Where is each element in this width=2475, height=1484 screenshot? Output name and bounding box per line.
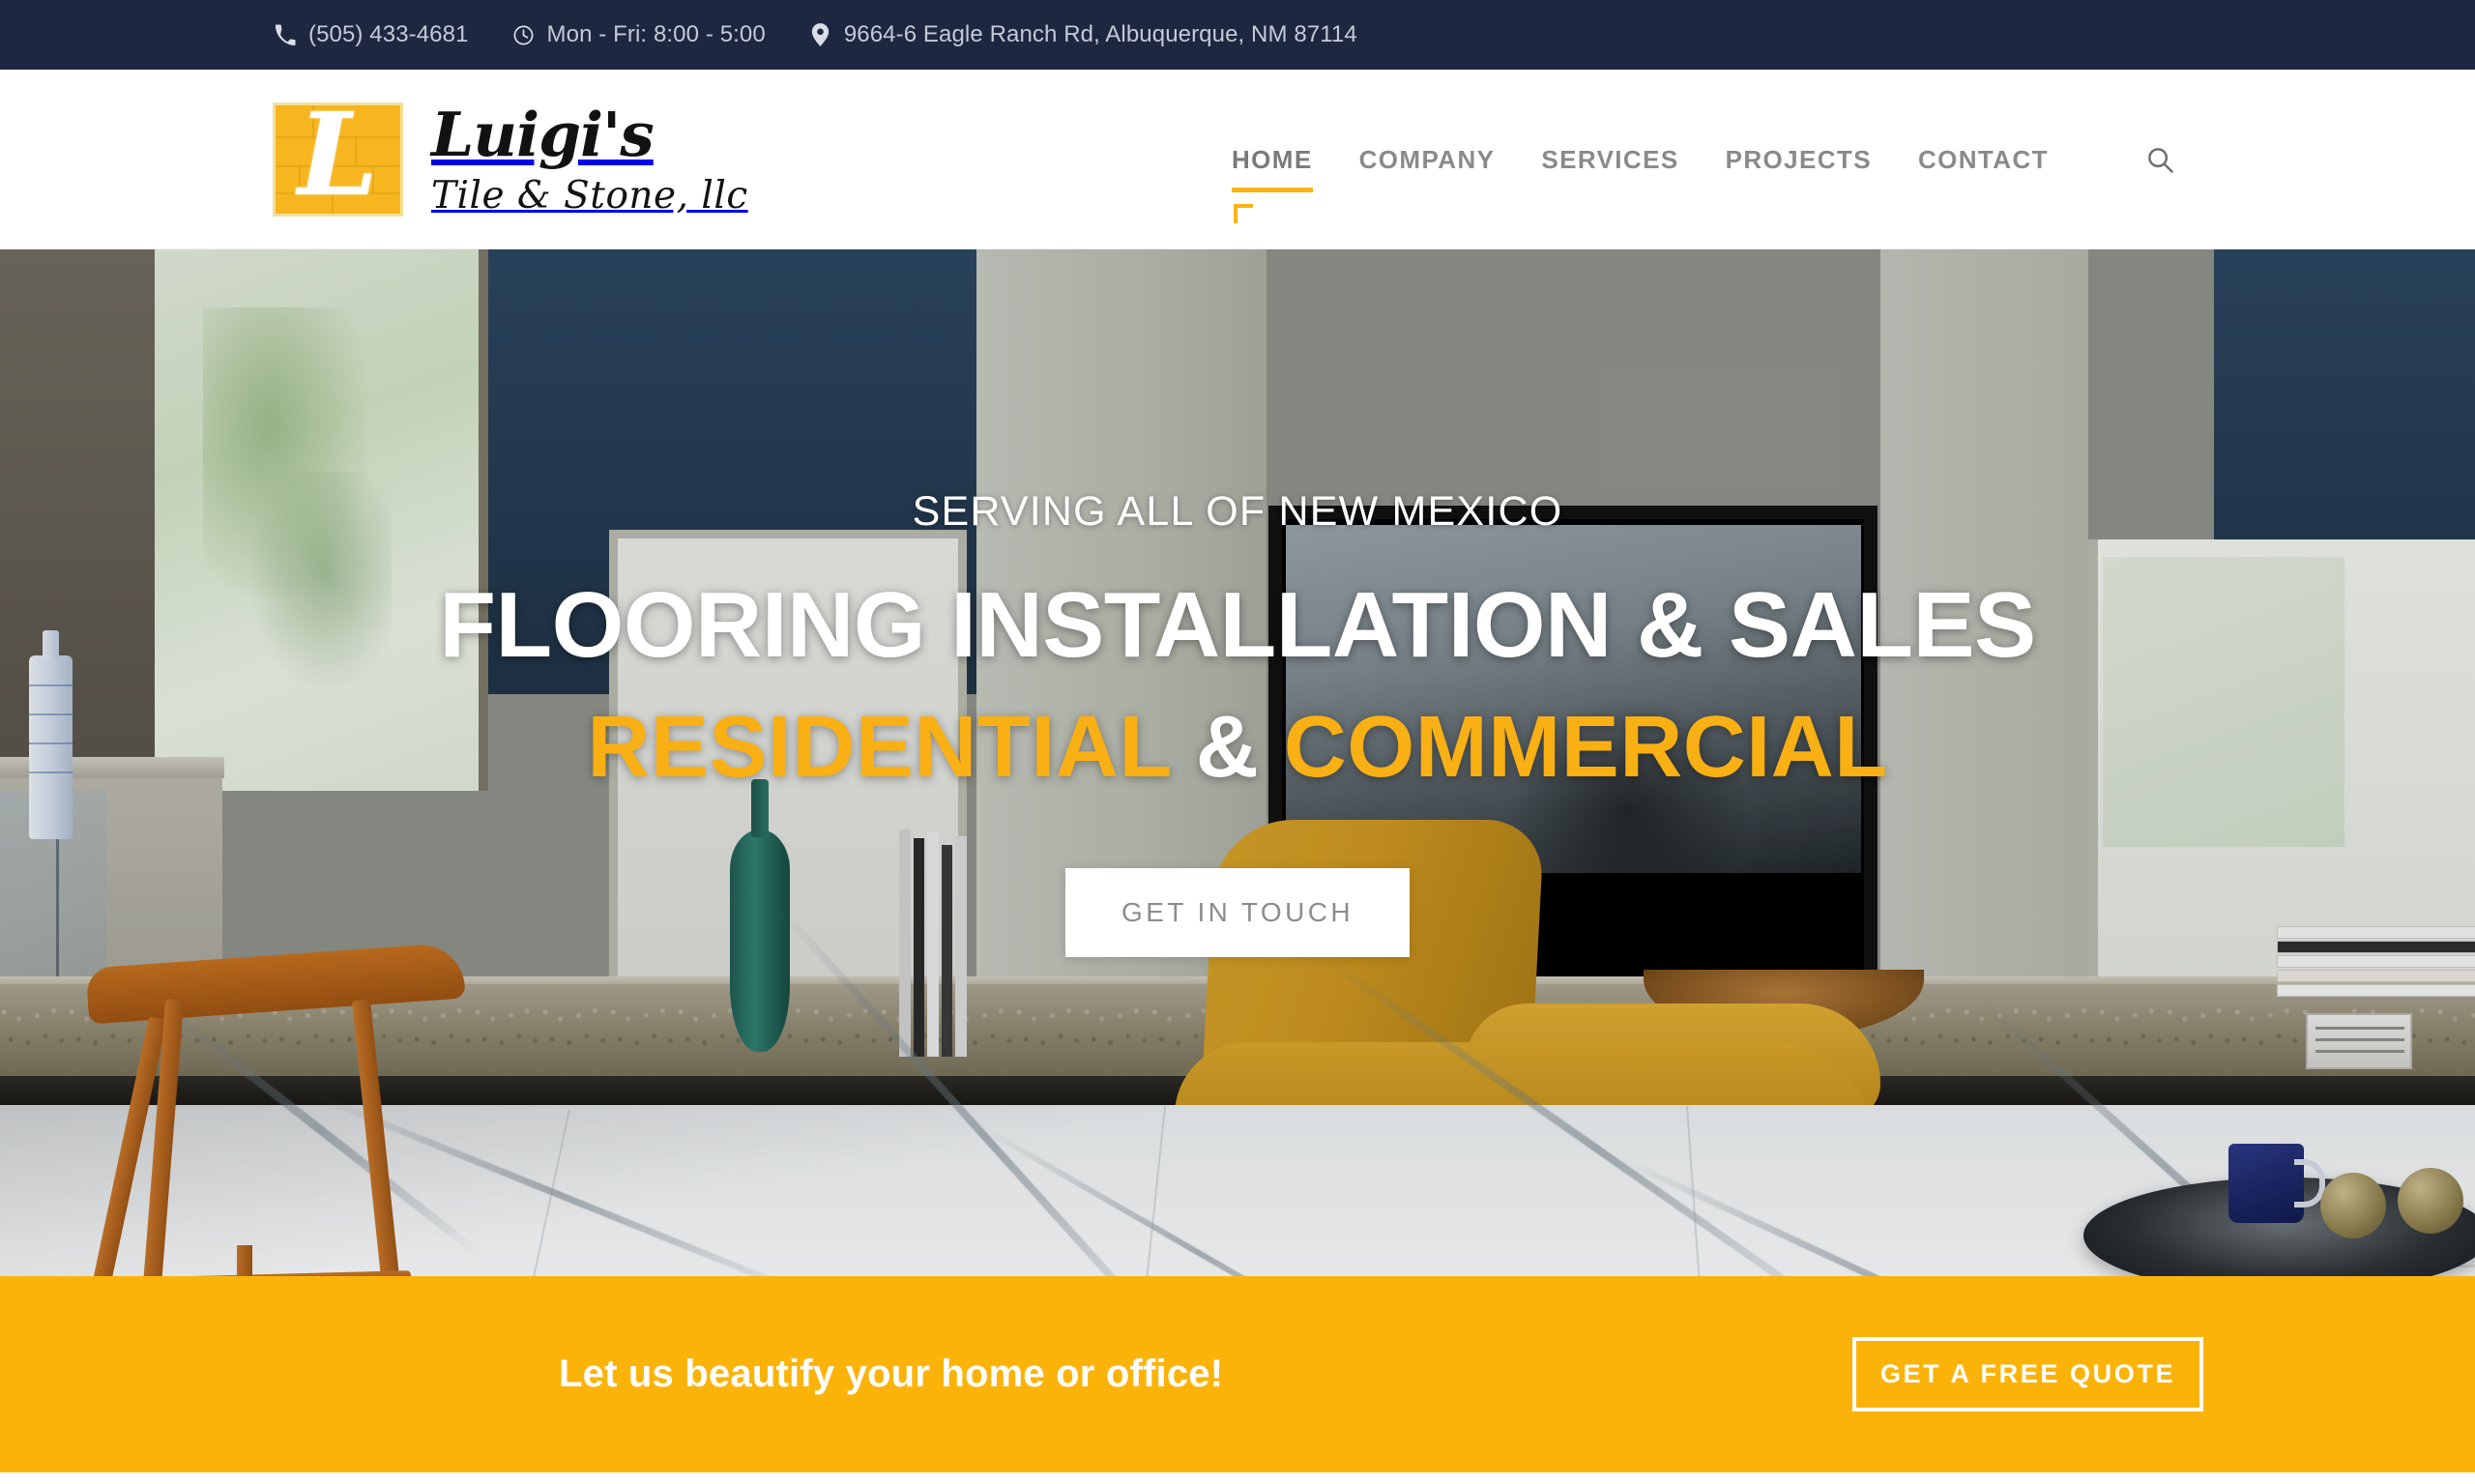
phone-icon — [273, 22, 298, 47]
hero-subtitle: RESIDENTIAL & COMMERCIAL — [587, 698, 1888, 796]
get-in-touch-button[interactable]: GET IN TOUCH — [1065, 867, 1410, 957]
nav-item-contact[interactable]: CONTACT — [1918, 139, 2049, 181]
site-header: L Luigi's Tile & Stone, llc HOME COMPANY… — [0, 70, 2475, 249]
hero-subtitle-ampersand: & — [1195, 698, 1260, 796]
logo-tile-mark: L — [273, 102, 403, 217]
nav-item-projects[interactable]: PROJECTS — [1726, 139, 1872, 181]
logo-subtitle: Tile & Stone, llc — [431, 173, 748, 218]
hero-content: SERVING ALL OF NEW MEXICO FLOORING INSTA… — [0, 249, 2475, 1276]
nav-item-services[interactable]: SERVICES — [1541, 139, 1678, 181]
logo-letter: L — [298, 102, 378, 217]
primary-navigation: HOME COMPANY SERVICES PROJECTS CONTACT — [1232, 70, 2176, 249]
hero-title: FLOORING INSTALLATION & SALES — [439, 573, 2036, 677]
clock-icon — [511, 22, 537, 47]
logo-wordmark: Luigi's Tile & Stone, llc — [431, 102, 748, 217]
topbar-address-text: 9664-6 Eagle Ranch Rd, Albuquerque, NM 8… — [843, 21, 1357, 47]
topbar-hours-text: Mon - Fri: 8:00 - 5:00 — [546, 21, 766, 47]
hero-eyebrow: SERVING ALL OF NEW MEXICO — [912, 488, 1563, 535]
hero-subtitle-residential: RESIDENTIAL — [587, 698, 1172, 796]
logo-name: Luigi's — [431, 98, 655, 170]
topbar-hours: Mon - Fri: 8:00 - 5:00 — [511, 21, 766, 48]
top-utility-bar: (505) 433-4681 Mon - Fri: 8:00 - 5:00 96… — [0, 0, 2475, 70]
topbar-address[interactable]: 9664-6 Eagle Ranch Rd, Albuquerque, NM 8… — [808, 21, 1357, 48]
hero-section: SERVING ALL OF NEW MEXICO FLOORING INSTA… — [0, 249, 2475, 1276]
cta-headline: Let us beautify your home or office! — [559, 1353, 1224, 1395]
topbar-phone-text: (505) 433-4681 — [308, 21, 469, 47]
nav-item-company[interactable]: COMPANY — [1359, 139, 1496, 181]
site-logo[interactable]: L Luigi's Tile & Stone, llc — [273, 102, 748, 217]
get-a-free-quote-button[interactable]: GET A FREE QUOTE — [1852, 1337, 2203, 1411]
topbar-phone[interactable]: (505) 433-4681 — [273, 21, 469, 48]
cta-bar: Let us beautify your home or office! GET… — [0, 1276, 2475, 1472]
nav-item-home[interactable]: HOME — [1232, 139, 1313, 192]
search-icon[interactable] — [2143, 143, 2176, 176]
hero-subtitle-commercial: COMMERCIAL — [1283, 698, 1888, 796]
map-pin-icon — [808, 22, 833, 47]
